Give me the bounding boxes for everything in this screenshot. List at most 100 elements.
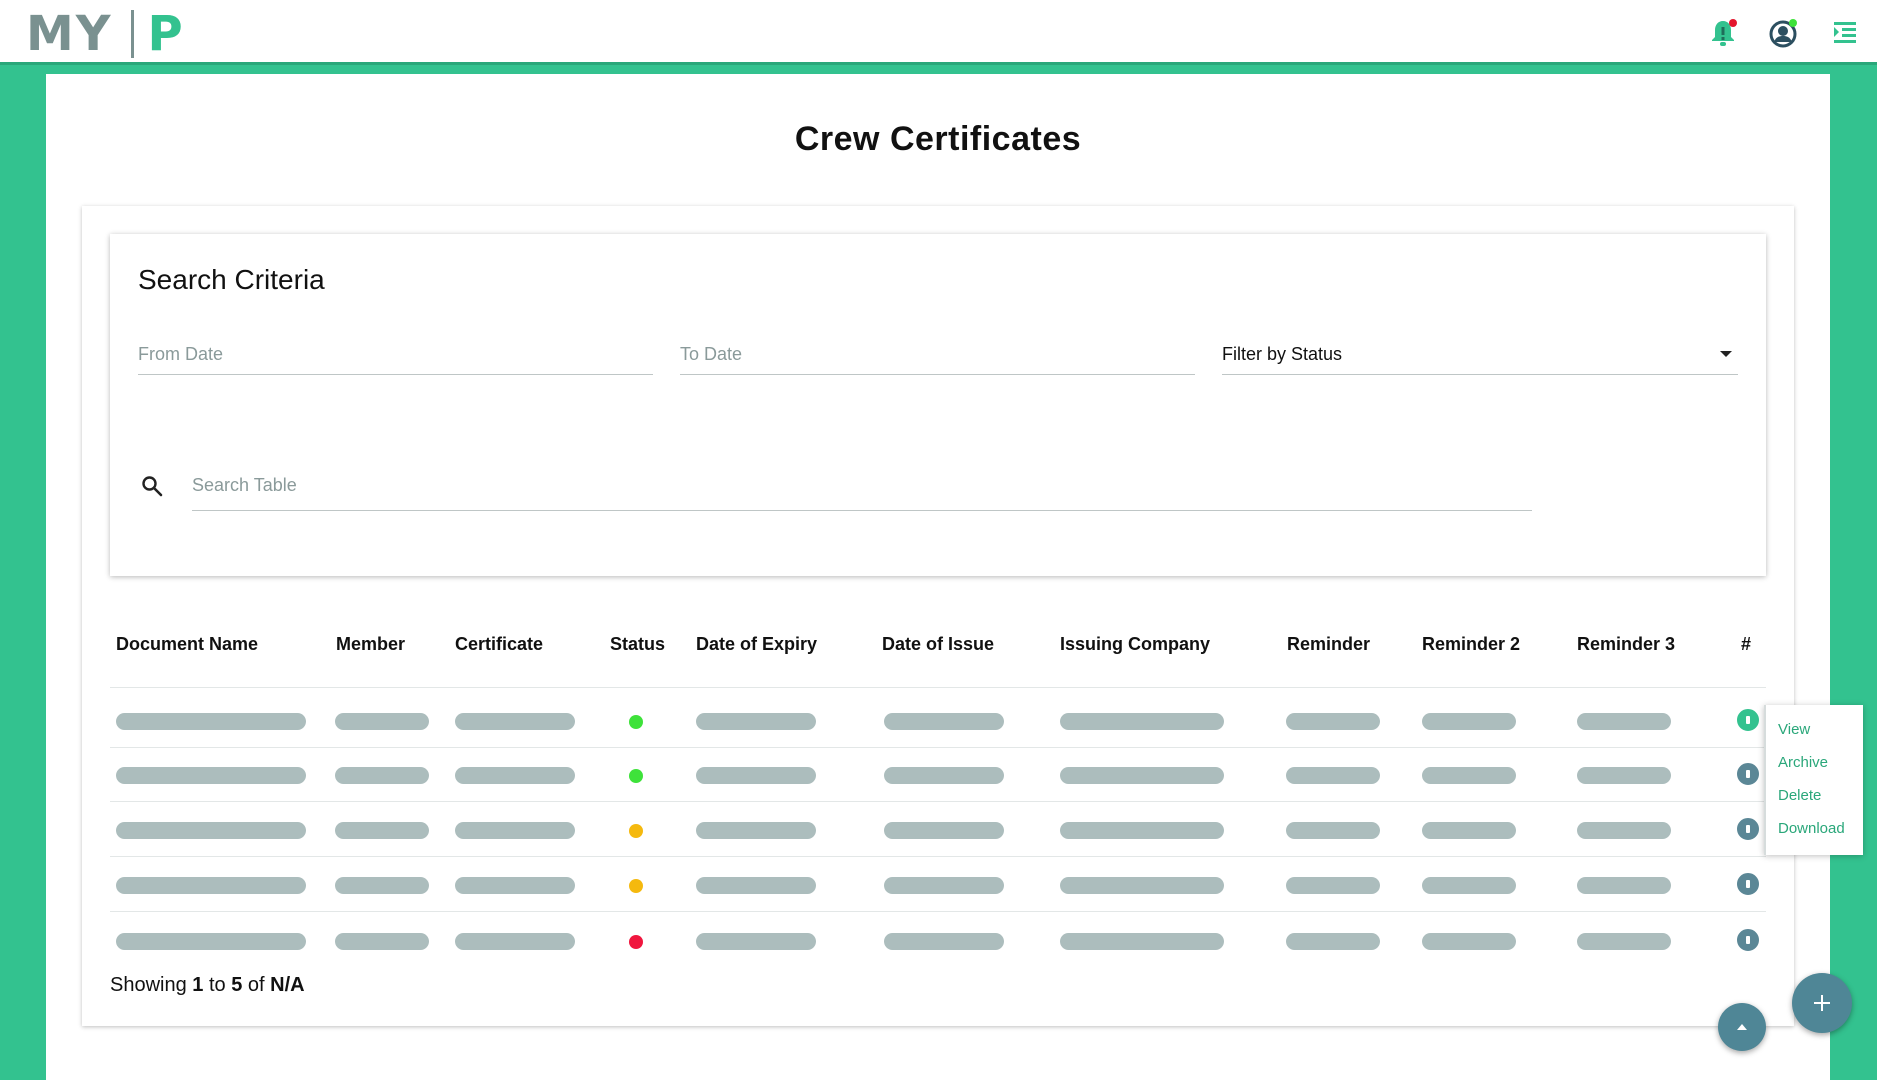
status-dot [629, 824, 643, 838]
search-criteria-card: Search Criteria From Date To Date Filter… [110, 234, 1766, 576]
logo-text-left: MY [26, 6, 113, 62]
cell-placeholder [1577, 933, 1671, 950]
cell-placeholder [1577, 713, 1671, 730]
pagination-of-word: of [247, 974, 265, 996]
add-certificate-button[interactable] [1792, 973, 1852, 1033]
cell-placeholder [696, 822, 816, 839]
cell-placeholder [1422, 767, 1516, 784]
table-row[interactable] [82, 802, 1794, 856]
menu-collapse-icon[interactable] [1828, 16, 1862, 50]
menu-item-view[interactable]: View [1778, 721, 1810, 738]
row-actions-icon[interactable] [1737, 929, 1759, 951]
row-actions-menu: View Archive Delete Download [1764, 705, 1863, 855]
column-header-actions: # [1741, 634, 1752, 654]
column-header-member[interactable]: Member [336, 620, 405, 668]
top-bar: MY P [0, 0, 1877, 65]
cell-placeholder [455, 933, 575, 950]
cell-placeholder [116, 822, 306, 839]
column-header-document-name[interactable]: Document Name [116, 620, 258, 668]
status-dot [629, 879, 643, 893]
plus-icon [1814, 995, 1830, 1011]
cell-placeholder [1060, 767, 1224, 784]
bell-icon[interactable] [1706, 16, 1740, 50]
table-header: Document Name Member Certificate Status … [82, 620, 1794, 668]
table-row[interactable] [82, 693, 1794, 747]
table-search-input[interactable]: Search Table [192, 460, 1532, 511]
pagination-prefix: Showing [110, 974, 187, 996]
pagination-total: N/A [270, 974, 305, 996]
certificates-card: Search Criteria From Date To Date Filter… [82, 206, 1794, 1026]
to-date-input[interactable]: To Date [680, 334, 1195, 375]
column-header-date-of-expiry[interactable]: Date of Expiry [696, 620, 817, 668]
cell-placeholder [335, 877, 429, 894]
scroll-to-top-button[interactable] [1718, 1003, 1766, 1051]
row-actions-icon[interactable] [1737, 763, 1759, 785]
cell-placeholder [1286, 933, 1380, 950]
cell-placeholder [1577, 767, 1671, 784]
cell-placeholder [335, 933, 429, 950]
column-header-reminder-3[interactable]: Reminder 3 [1577, 620, 1675, 668]
cell-placeholder [884, 713, 1004, 730]
status-filter-select[interactable]: Filter by Status [1222, 334, 1738, 375]
status-filter-value: Filter by Status [1222, 344, 1343, 364]
pagination-to-word: to [208, 974, 226, 996]
cell-placeholder [116, 877, 306, 894]
column-header-reminder[interactable]: Reminder [1287, 620, 1370, 668]
cell-placeholder [1060, 713, 1224, 730]
user-avatar-icon[interactable] [1766, 16, 1800, 50]
row-actions-icon[interactable] [1737, 709, 1759, 731]
cell-placeholder [1060, 877, 1224, 894]
menu-item-delete[interactable]: Delete [1778, 787, 1821, 804]
column-header-reminder-2[interactable]: Reminder 2 [1422, 620, 1520, 668]
cell-placeholder [335, 822, 429, 839]
cell-placeholder [1060, 822, 1224, 839]
logo-text-right: P [147, 6, 185, 62]
column-header-date-of-issue[interactable]: Date of Issue [882, 620, 994, 668]
cell-placeholder [884, 933, 1004, 950]
cell-placeholder [1422, 933, 1516, 950]
cell-placeholder [1577, 877, 1671, 894]
cell-placeholder [455, 713, 575, 730]
column-header-certificate[interactable]: Certificate [455, 620, 543, 668]
menu-item-download[interactable]: Download [1778, 820, 1845, 837]
status-dot [629, 769, 643, 783]
table-row[interactable] [82, 747, 1794, 801]
cell-placeholder [335, 767, 429, 784]
cell-placeholder [1286, 767, 1380, 784]
cell-placeholder [1577, 822, 1671, 839]
table-row[interactable] [82, 913, 1794, 967]
cell-placeholder [696, 713, 816, 730]
menu-item-archive[interactable]: Archive [1778, 754, 1828, 771]
page-title: Crew Certificates [794, 120, 1082, 158]
cell-placeholder [696, 933, 816, 950]
cell-placeholder [116, 767, 306, 784]
table-row[interactable] [82, 857, 1794, 911]
row-actions-icon[interactable] [1737, 818, 1759, 840]
main-panel: Crew Certificates Search Criteria From D… [46, 74, 1830, 1080]
status-dot [629, 715, 643, 729]
row-actions-icon[interactable] [1737, 873, 1759, 895]
cell-placeholder [455, 822, 575, 839]
column-header-status[interactable]: Status [610, 620, 665, 668]
cell-placeholder [116, 713, 306, 730]
cell-placeholder [884, 822, 1004, 839]
cell-placeholder [696, 767, 816, 784]
cell-placeholder [455, 877, 575, 894]
status-dot [629, 935, 643, 949]
chevron-up-icon [1737, 1024, 1747, 1030]
table-divider [110, 687, 1766, 688]
cell-placeholder [884, 767, 1004, 784]
cell-placeholder [1286, 713, 1380, 730]
from-date-input[interactable]: From Date [138, 334, 653, 375]
cell-placeholder [335, 713, 429, 730]
cell-placeholder [1286, 877, 1380, 894]
cell-placeholder [116, 933, 306, 950]
column-header-issuing-company[interactable]: Issuing Company [1060, 620, 1210, 668]
cell-placeholder [1060, 933, 1224, 950]
app-logo[interactable]: MY P [26, 6, 185, 62]
pagination-to: 5 [231, 974, 243, 996]
pagination-summary: Showing 1 to 5 of N/A [110, 974, 305, 997]
cell-placeholder [1422, 822, 1516, 839]
chevron-down-icon [1720, 351, 1732, 357]
cell-placeholder [884, 877, 1004, 894]
